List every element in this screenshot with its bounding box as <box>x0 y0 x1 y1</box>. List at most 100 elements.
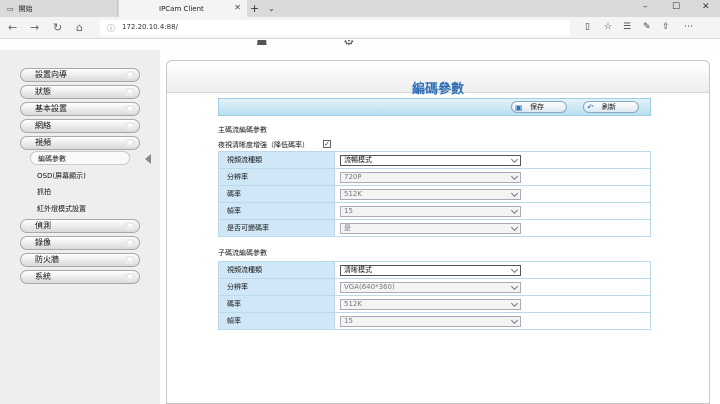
chevron-down-icon <box>124 88 136 96</box>
row-label: 視頻流種類 <box>218 261 335 279</box>
row-label: 分辨率 <box>218 278 335 296</box>
refresh-button[interactable]: ↶ 刷新 <box>583 101 639 113</box>
chevron-down-icon <box>124 105 136 113</box>
back-button[interactable]: ← <box>8 21 17 34</box>
save-button-label: 保存 <box>530 103 544 111</box>
main-stream-section-label: 主碼流編碼參數 <box>218 126 267 134</box>
share-icon[interactable]: ⇪ <box>662 22 670 32</box>
chevron-down-icon <box>124 273 136 281</box>
close-tab-icon[interactable]: ✕ <box>234 3 241 12</box>
sidebar-subitem-encoding[interactable]: 編碼參數 <box>30 151 130 165</box>
app-header-strip: ☗ ⚙ <box>0 40 720 50</box>
tab-ipcam-client[interactable]: IPCam Client ✕ <box>119 0 247 17</box>
chevron-down-icon <box>510 155 519 163</box>
refresh-button-label: 刷新 <box>602 103 616 111</box>
sub-framerate-select[interactable]: 15 <box>340 315 521 327</box>
sub-stream-table: 視頻流種類 清晰模式 分辨率 VGA(640*360) 碼率 512K 幀率 1… <box>218 261 651 330</box>
row-label: 視頻流種類 <box>218 151 335 169</box>
maximize-button[interactable]: ☐ <box>672 2 680 12</box>
action-toolbar: ▣ 保存 ↶ 刷新 <box>218 98 651 116</box>
night-vision-enhance-checkbox[interactable]: ✓ <box>323 140 331 148</box>
sidebar-subitem-snapshot[interactable]: 抓拍 <box>37 187 51 197</box>
save-button[interactable]: ▣ 保存 <box>511 101 567 113</box>
refresh-button[interactable]: ↻ <box>53 21 62 34</box>
browser-tab-bar: ▭ 開始 IPCam Client ✕ + ⌄ – ☐ ✕ <box>0 0 720 17</box>
select-value: 流暢模式 <box>344 155 372 164</box>
tab-start[interactable]: ▭ 開始 <box>0 0 118 17</box>
sidebar-item-label: 視頻 <box>35 138 51 147</box>
sidebar-item-network[interactable]: 網絡 <box>20 119 140 133</box>
url-text: 172.20.10.4:88/ <box>122 23 178 31</box>
sidebar-subitem-ir-led-mode[interactable]: 紅外燈模式設置 <box>37 204 86 214</box>
sidebar-item-recording[interactable]: 錄像 <box>20 236 140 250</box>
sidebar-item-firewall[interactable]: 防火牆 <box>20 253 140 267</box>
minimize-button[interactable]: – <box>643 2 648 12</box>
row-label: 碼率 <box>218 295 335 313</box>
url-field[interactable]: ⓘ 172.20.10.4:88/ <box>100 20 570 36</box>
tab-list-button[interactable]: ⌄ <box>268 0 275 17</box>
chevron-down-icon <box>124 222 136 230</box>
chevron-down-icon <box>124 256 136 264</box>
chevron-down-icon <box>510 172 519 180</box>
selection-pointer-icon <box>145 154 151 164</box>
more-icon[interactable]: ⋯ <box>684 22 693 32</box>
forward-button[interactable]: → <box>30 21 39 34</box>
select-value: 512K <box>344 299 362 308</box>
sidebar-item-status[interactable]: 狀態 <box>20 85 140 99</box>
sidebar-item-video[interactable]: 視頻 <box>20 136 140 150</box>
save-icon: ▣ <box>515 103 523 112</box>
tab-label: 開始 <box>18 4 33 13</box>
sub-stream-type-select[interactable]: 清晰模式 <box>340 264 521 276</box>
reading-view-icon[interactable]: ▯ <box>585 22 590 32</box>
select-value: 清晰模式 <box>344 265 372 274</box>
table-row: 碼率 512K <box>218 295 651 313</box>
chevron-down-icon <box>510 316 519 324</box>
row-label: 碼率 <box>218 185 335 203</box>
chevron-down-icon <box>124 71 136 79</box>
favorites-star-icon[interactable]: ☆ <box>604 22 612 32</box>
refresh-arrow-icon: ↶ <box>587 103 594 112</box>
select-value: 15 <box>344 206 353 215</box>
sidebar-item-system[interactable]: 系統 <box>20 270 140 284</box>
notes-pen-icon[interactable]: ✎ <box>643 22 651 32</box>
info-icon[interactable]: ⓘ <box>107 23 115 34</box>
main-stream-type-select[interactable]: 流暢模式 <box>340 154 521 166</box>
sidebar-item-label: 基本設置 <box>35 104 67 113</box>
sub-resolution-select[interactable]: VGA(640*360) <box>340 281 521 293</box>
home-button[interactable]: ⌂ <box>76 21 83 34</box>
sidebar-item-label: 狀態 <box>35 87 51 96</box>
new-tab-button[interactable]: + <box>250 0 259 17</box>
sidebar: 設置向導 狀態 基本設置 網絡 視頻 編碼參數 OSD(屏幕顯示) 抓拍 紅外燈… <box>0 50 160 404</box>
sidebar-item-setup-wizard[interactable]: 設置向導 <box>20 68 140 82</box>
chevron-down-icon <box>124 239 136 247</box>
sidebar-item-detection[interactable]: 偵測 <box>20 219 140 233</box>
sidebar-subitem-label: 編碼參數 <box>38 155 66 163</box>
table-row: 幀率 15 <box>218 202 651 220</box>
sidebar-item-basic-settings[interactable]: 基本設置 <box>20 102 140 116</box>
select-value: 是 <box>344 223 351 232</box>
favorites-hub-icon[interactable]: ☰ <box>623 22 631 32</box>
row-label: 幀率 <box>218 202 335 220</box>
select-value: VGA(640*360) <box>344 282 395 291</box>
address-bar: ← → ↻ ⌂ ⓘ 172.20.10.4:88/ ▯ ☆ ☰ ✎ ⇪ ⋯ <box>0 17 720 39</box>
chevron-down-icon <box>124 139 136 147</box>
settings-icon: ⚙ <box>343 40 355 49</box>
sub-bitrate-select[interactable]: 512K <box>340 298 521 310</box>
main-stream-table: 視頻流種類 流暢模式 分辨率 720P 碼率 512K 幀率 15 是否可變碼率… <box>218 151 651 237</box>
main-framerate-select[interactable]: 15 <box>340 205 521 217</box>
chevron-down-icon <box>510 299 519 307</box>
close-window-button[interactable]: ✕ <box>702 2 710 12</box>
sidebar-subitem-osd[interactable]: OSD(屏幕顯示) <box>37 171 86 181</box>
select-value: 512K <box>344 189 362 198</box>
row-label: 分辨率 <box>218 168 335 186</box>
sidebar-item-label: 網絡 <box>35 121 51 130</box>
chevron-down-icon <box>510 189 519 197</box>
main-resolution-select[interactable]: 720P <box>340 171 521 183</box>
sidebar-item-label: 設置向導 <box>35 70 67 79</box>
sidebar-item-label: 防火牆 <box>35 255 59 264</box>
sub-stream-section-label: 子碼流編碼參數 <box>218 249 267 257</box>
table-row: 視頻流種類 流暢模式 <box>218 151 651 169</box>
main-bitrate-select[interactable]: 512K <box>340 188 521 200</box>
main-variable-bitrate-select[interactable]: 是 <box>340 222 521 234</box>
tab-label: IPCam Client <box>159 4 204 13</box>
